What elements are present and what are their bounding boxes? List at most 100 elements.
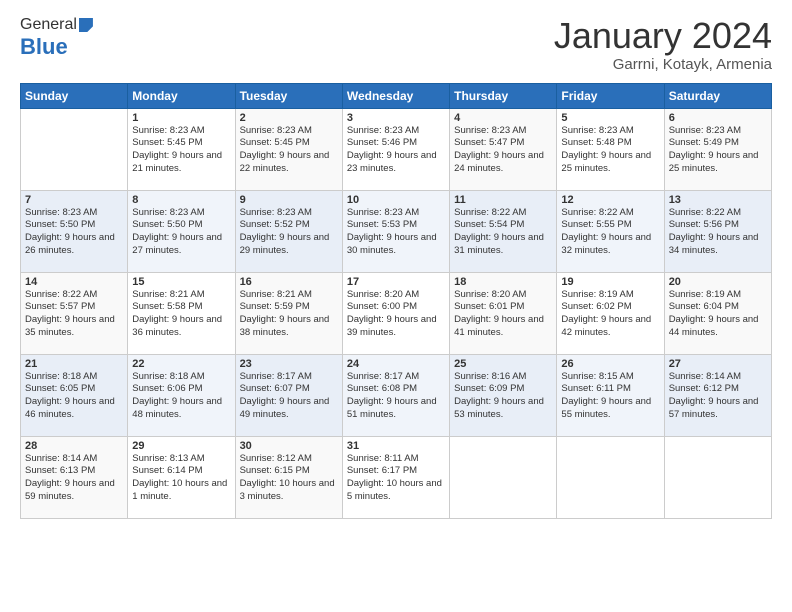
calendar-cell: 16Sunrise: 8:21 AMSunset: 5:59 PMDayligh… bbox=[235, 272, 342, 354]
day-info: Sunrise: 8:23 AMSunset: 5:48 PMDaylight:… bbox=[561, 125, 659, 176]
day-info: Sunrise: 8:23 AMSunset: 5:47 PMDaylight:… bbox=[454, 125, 552, 176]
day-info: Sunrise: 8:23 AMSunset: 5:52 PMDaylight:… bbox=[240, 207, 338, 258]
day-number: 25 bbox=[454, 358, 552, 370]
day-number: 17 bbox=[347, 276, 445, 288]
day-number: 11 bbox=[454, 194, 552, 206]
calendar-cell: 30Sunrise: 8:12 AMSunset: 6:15 PMDayligh… bbox=[235, 436, 342, 518]
day-number: 16 bbox=[240, 276, 338, 288]
day-number: 12 bbox=[561, 194, 659, 206]
calendar-cell: 31Sunrise: 8:11 AMSunset: 6:17 PMDayligh… bbox=[342, 436, 449, 518]
day-info: Sunrise: 8:21 AMSunset: 5:59 PMDaylight:… bbox=[240, 289, 338, 340]
day-number: 24 bbox=[347, 358, 445, 370]
page: General Blue January 2024 Garrni, Kotayk… bbox=[0, 0, 792, 612]
calendar-cell bbox=[450, 436, 557, 518]
calendar-table: Sunday Monday Tuesday Wednesday Thursday… bbox=[20, 83, 772, 519]
calendar-cell: 24Sunrise: 8:17 AMSunset: 6:08 PMDayligh… bbox=[342, 354, 449, 436]
calendar-cell: 27Sunrise: 8:14 AMSunset: 6:12 PMDayligh… bbox=[664, 354, 771, 436]
day-number: 20 bbox=[669, 276, 767, 288]
day-number: 18 bbox=[454, 276, 552, 288]
calendar-cell: 25Sunrise: 8:16 AMSunset: 6:09 PMDayligh… bbox=[450, 354, 557, 436]
day-number: 9 bbox=[240, 194, 338, 206]
day-info: Sunrise: 8:20 AMSunset: 6:00 PMDaylight:… bbox=[347, 289, 445, 340]
calendar-cell: 12Sunrise: 8:22 AMSunset: 5:55 PMDayligh… bbox=[557, 190, 664, 272]
header-wednesday: Wednesday bbox=[342, 83, 449, 108]
calendar-cell: 21Sunrise: 8:18 AMSunset: 6:05 PMDayligh… bbox=[21, 354, 128, 436]
calendar-cell: 26Sunrise: 8:15 AMSunset: 6:11 PMDayligh… bbox=[557, 354, 664, 436]
calendar-cell: 11Sunrise: 8:22 AMSunset: 5:54 PMDayligh… bbox=[450, 190, 557, 272]
calendar-cell: 29Sunrise: 8:13 AMSunset: 6:14 PMDayligh… bbox=[128, 436, 235, 518]
day-info: Sunrise: 8:13 AMSunset: 6:14 PMDaylight:… bbox=[132, 453, 230, 504]
calendar-cell: 17Sunrise: 8:20 AMSunset: 6:00 PMDayligh… bbox=[342, 272, 449, 354]
calendar-week-row: 1Sunrise: 8:23 AMSunset: 5:45 PMDaylight… bbox=[21, 108, 772, 190]
day-number: 28 bbox=[25, 440, 123, 452]
day-info: Sunrise: 8:22 AMSunset: 5:55 PMDaylight:… bbox=[561, 207, 659, 258]
logo-blue-text: Blue bbox=[20, 34, 68, 60]
day-number: 8 bbox=[132, 194, 230, 206]
calendar-cell: 14Sunrise: 8:22 AMSunset: 5:57 PMDayligh… bbox=[21, 272, 128, 354]
day-number: 26 bbox=[561, 358, 659, 370]
day-info: Sunrise: 8:14 AMSunset: 6:12 PMDaylight:… bbox=[669, 371, 767, 422]
calendar-cell bbox=[664, 436, 771, 518]
weekday-header-row: Sunday Monday Tuesday Wednesday Thursday… bbox=[21, 83, 772, 108]
calendar-cell: 18Sunrise: 8:20 AMSunset: 6:01 PMDayligh… bbox=[450, 272, 557, 354]
day-number: 4 bbox=[454, 112, 552, 124]
calendar-week-row: 7Sunrise: 8:23 AMSunset: 5:50 PMDaylight… bbox=[21, 190, 772, 272]
calendar-cell: 7Sunrise: 8:23 AMSunset: 5:50 PMDaylight… bbox=[21, 190, 128, 272]
day-info: Sunrise: 8:21 AMSunset: 5:58 PMDaylight:… bbox=[132, 289, 230, 340]
day-number: 3 bbox=[347, 112, 445, 124]
calendar-cell: 1Sunrise: 8:23 AMSunset: 5:45 PMDaylight… bbox=[128, 108, 235, 190]
header: General Blue January 2024 Garrni, Kotayk… bbox=[20, 16, 772, 73]
day-number: 15 bbox=[132, 276, 230, 288]
day-info: Sunrise: 8:16 AMSunset: 6:09 PMDaylight:… bbox=[454, 371, 552, 422]
header-sunday: Sunday bbox=[21, 83, 128, 108]
day-info: Sunrise: 8:19 AMSunset: 6:02 PMDaylight:… bbox=[561, 289, 659, 340]
day-number: 31 bbox=[347, 440, 445, 452]
calendar-cell: 19Sunrise: 8:19 AMSunset: 6:02 PMDayligh… bbox=[557, 272, 664, 354]
calendar-cell: 13Sunrise: 8:22 AMSunset: 5:56 PMDayligh… bbox=[664, 190, 771, 272]
logo-general-text: General bbox=[20, 16, 77, 34]
calendar-cell: 23Sunrise: 8:17 AMSunset: 6:07 PMDayligh… bbox=[235, 354, 342, 436]
logo-icon bbox=[79, 18, 93, 32]
day-number: 23 bbox=[240, 358, 338, 370]
calendar-cell: 3Sunrise: 8:23 AMSunset: 5:46 PMDaylight… bbox=[342, 108, 449, 190]
day-number: 2 bbox=[240, 112, 338, 124]
day-number: 13 bbox=[669, 194, 767, 206]
calendar-cell: 22Sunrise: 8:18 AMSunset: 6:06 PMDayligh… bbox=[128, 354, 235, 436]
calendar-title: January 2024 bbox=[554, 16, 772, 56]
day-info: Sunrise: 8:11 AMSunset: 6:17 PMDaylight:… bbox=[347, 453, 445, 504]
day-info: Sunrise: 8:14 AMSunset: 6:13 PMDaylight:… bbox=[25, 453, 123, 504]
calendar-cell: 20Sunrise: 8:19 AMSunset: 6:04 PMDayligh… bbox=[664, 272, 771, 354]
day-info: Sunrise: 8:18 AMSunset: 6:06 PMDaylight:… bbox=[132, 371, 230, 422]
calendar-week-row: 14Sunrise: 8:22 AMSunset: 5:57 PMDayligh… bbox=[21, 272, 772, 354]
title-block: January 2024 Garrni, Kotayk, Armenia bbox=[554, 16, 772, 73]
calendar-cell: 2Sunrise: 8:23 AMSunset: 5:45 PMDaylight… bbox=[235, 108, 342, 190]
day-info: Sunrise: 8:20 AMSunset: 6:01 PMDaylight:… bbox=[454, 289, 552, 340]
calendar-subtitle: Garrni, Kotayk, Armenia bbox=[554, 56, 772, 73]
day-number: 6 bbox=[669, 112, 767, 124]
calendar-week-row: 28Sunrise: 8:14 AMSunset: 6:13 PMDayligh… bbox=[21, 436, 772, 518]
calendar-cell bbox=[557, 436, 664, 518]
day-info: Sunrise: 8:15 AMSunset: 6:11 PMDaylight:… bbox=[561, 371, 659, 422]
day-number: 1 bbox=[132, 112, 230, 124]
calendar-cell: 28Sunrise: 8:14 AMSunset: 6:13 PMDayligh… bbox=[21, 436, 128, 518]
day-info: Sunrise: 8:23 AMSunset: 5:45 PMDaylight:… bbox=[132, 125, 230, 176]
calendar-cell: 9Sunrise: 8:23 AMSunset: 5:52 PMDaylight… bbox=[235, 190, 342, 272]
calendar-week-row: 21Sunrise: 8:18 AMSunset: 6:05 PMDayligh… bbox=[21, 354, 772, 436]
day-number: 30 bbox=[240, 440, 338, 452]
day-info: Sunrise: 8:19 AMSunset: 6:04 PMDaylight:… bbox=[669, 289, 767, 340]
day-number: 10 bbox=[347, 194, 445, 206]
day-info: Sunrise: 8:22 AMSunset: 5:56 PMDaylight:… bbox=[669, 207, 767, 258]
day-info: Sunrise: 8:17 AMSunset: 6:08 PMDaylight:… bbox=[347, 371, 445, 422]
calendar-cell: 4Sunrise: 8:23 AMSunset: 5:47 PMDaylight… bbox=[450, 108, 557, 190]
day-number: 7 bbox=[25, 194, 123, 206]
header-tuesday: Tuesday bbox=[235, 83, 342, 108]
day-info: Sunrise: 8:18 AMSunset: 6:05 PMDaylight:… bbox=[25, 371, 123, 422]
calendar-cell: 10Sunrise: 8:23 AMSunset: 5:53 PMDayligh… bbox=[342, 190, 449, 272]
day-info: Sunrise: 8:23 AMSunset: 5:53 PMDaylight:… bbox=[347, 207, 445, 258]
day-number: 19 bbox=[561, 276, 659, 288]
header-thursday: Thursday bbox=[450, 83, 557, 108]
day-info: Sunrise: 8:17 AMSunset: 6:07 PMDaylight:… bbox=[240, 371, 338, 422]
calendar-cell: 6Sunrise: 8:23 AMSunset: 5:49 PMDaylight… bbox=[664, 108, 771, 190]
header-friday: Friday bbox=[557, 83, 664, 108]
day-number: 21 bbox=[25, 358, 123, 370]
